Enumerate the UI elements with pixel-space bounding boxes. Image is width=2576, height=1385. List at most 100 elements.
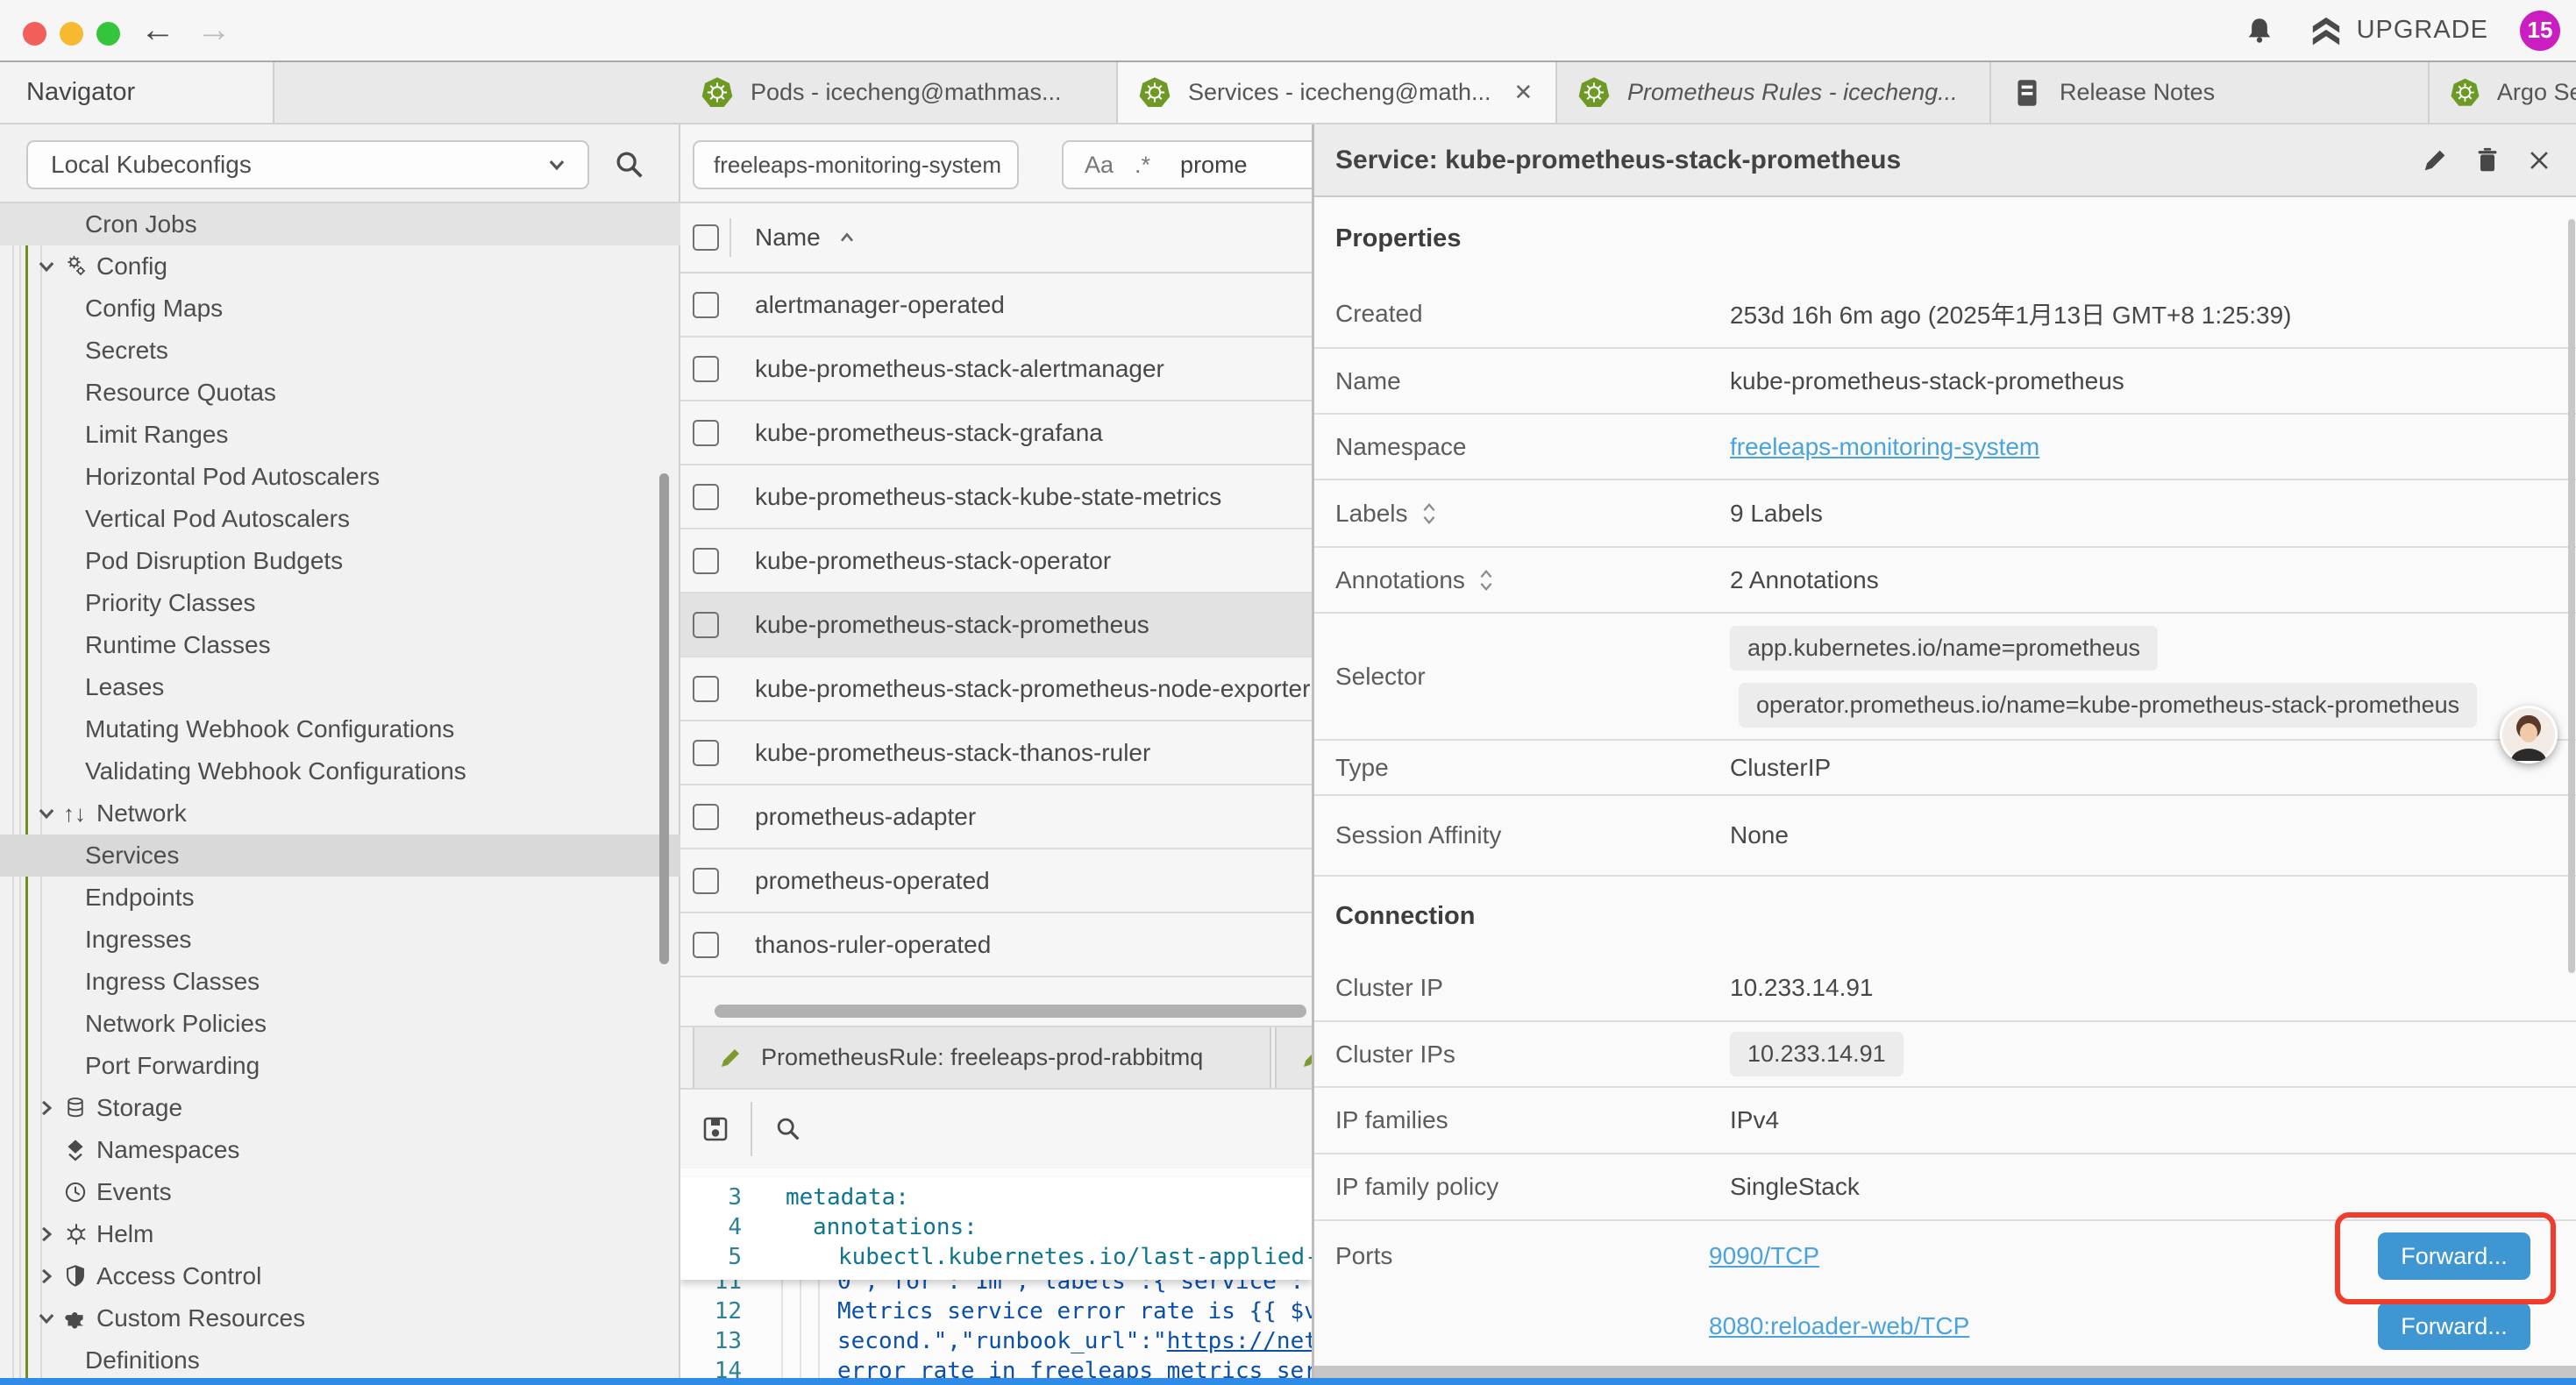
forward-button[interactable]: Forward...	[2378, 1303, 2530, 1350]
regex-toggle[interactable]: .*	[1135, 152, 1150, 179]
url-link[interactable]: https://net	[1167, 1328, 1312, 1354]
table-row[interactable]: prometheus-operated	[680, 849, 1312, 913]
cluster-ip-chip[interactable]: 10.233.14.91	[1730, 1032, 1904, 1076]
tab-argo[interactable]: Argo Se	[2430, 62, 2576, 123]
search-value: prome	[1180, 152, 1248, 179]
table-row[interactable]: kube-prometheus-stack-prometheus-node-ex…	[680, 657, 1312, 721]
table-row[interactable]: alertmanager-operated	[680, 273, 1312, 337]
close-window-button[interactable]	[23, 22, 46, 46]
sidebar-section-storage[interactable]: Storage	[0, 1087, 680, 1129]
row-checkbox[interactable]	[693, 932, 719, 958]
expand-collapse-icon[interactable]	[1420, 501, 1438, 527]
notifications-bell-icon[interactable]	[2243, 14, 2276, 47]
row-checkbox[interactable]	[693, 868, 719, 894]
sidebar-item-leases[interactable]: Leases	[0, 666, 680, 708]
sidebar-item-endpoints[interactable]: Endpoints	[0, 877, 680, 919]
search-icon[interactable]	[773, 1114, 803, 1144]
sidebar-section-helm[interactable]: Helm	[0, 1213, 680, 1255]
drawer-body: Properties Created 253d 16h 6m ago (2025…	[1314, 197, 2576, 1361]
row-checkbox[interactable]	[693, 484, 719, 510]
tab-pods[interactable]: Pods - icecheng@mathmas...	[680, 62, 1118, 123]
close-tab-icon[interactable]: ✕	[1514, 79, 1534, 106]
sidebar-section-config[interactable]: Config	[0, 245, 680, 288]
upgrade-button[interactable]: UPGRADE	[2308, 12, 2488, 49]
save-icon[interactable]	[700, 1113, 731, 1145]
sidebar-item-mutating-webhook-configurations[interactable]: Mutating Webhook Configurations	[0, 708, 680, 750]
sidebar-item-priority-classes[interactable]: Priority Classes	[0, 582, 680, 624]
sidebar-item-validating-webhook-configurations[interactable]: Validating Webhook Configurations	[0, 750, 680, 792]
sidebar-item-ingress-classes[interactable]: Ingress Classes	[0, 961, 680, 1003]
sidebar-section-events[interactable]: Events	[0, 1171, 680, 1213]
row-checkbox[interactable]	[693, 420, 719, 446]
delete-trash-icon[interactable]	[2473, 146, 2502, 175]
navigator-pane-tab[interactable]: Navigator	[0, 62, 274, 123]
row-checkbox[interactable]	[693, 676, 719, 702]
up-down-arrows-icon: ↑↓	[63, 800, 96, 827]
search-icon[interactable]	[612, 147, 647, 182]
tab-prometheus-rules[interactable]: Prometheus Rules - icecheng...	[1557, 62, 1991, 123]
sidebar-item-pod-disruption-budgets[interactable]: Pod Disruption Budgets	[0, 540, 680, 582]
yaml-editor[interactable]: 110","for":"1m","labels":{"service":"m 1…	[680, 1168, 1312, 1385]
tab-release-notes[interactable]: Release Notes	[1991, 62, 2430, 123]
table-row[interactable]: kube-prometheus-stack-kube-state-metrics	[680, 465, 1312, 529]
port-link[interactable]: 8080:reloader-web/TCP	[1709, 1312, 1969, 1340]
sidebar-item-config-maps[interactable]: Config Maps	[0, 288, 680, 330]
sidebar-scrollbar[interactable]	[659, 473, 669, 964]
filter-search-input[interactable]: Aa .* prome	[1062, 140, 1312, 189]
back-button[interactable]: ←	[140, 7, 175, 53]
forward-button[interactable]: →	[196, 7, 231, 53]
sidebar-section-network[interactable]: ↑↓ Network	[0, 792, 680, 835]
row-checkbox[interactable]	[693, 612, 719, 638]
sidebar-item-horizontal-pod-autoscalers[interactable]: Horizontal Pod Autoscalers	[0, 456, 680, 498]
sidebar-item-limit-ranges[interactable]: Limit Ranges	[0, 414, 680, 456]
helm-wheel-icon	[63, 1221, 89, 1247]
kubeconfig-selector[interactable]: Local Kubeconfigs	[26, 140, 589, 189]
sidebar-item-ingresses[interactable]: Ingresses	[0, 919, 680, 961]
sidebar-section-namespaces[interactable]: Namespaces	[0, 1129, 680, 1171]
drawer-scrollbar[interactable]	[2568, 219, 2575, 973]
sidebar-item-runtime-classes[interactable]: Runtime Classes	[0, 624, 680, 666]
avatar[interactable]	[2500, 706, 2558, 764]
table-row[interactable]: kube-prometheus-stack-thanos-ruler	[680, 721, 1312, 785]
table-row[interactable]: kube-prometheus-stack-alertmanager	[680, 337, 1312, 401]
close-icon[interactable]	[2525, 146, 2553, 174]
notification-count-badge[interactable]: 15	[2520, 11, 2560, 51]
name-column-header[interactable]: Name	[755, 224, 821, 252]
row-checkbox[interactable]	[693, 292, 719, 318]
editor-tab-partial[interactable]	[1275, 1027, 1312, 1088]
sidebar-section-access-control[interactable]: Access Control	[0, 1255, 680, 1297]
app-window: ← → UPGRADE 15 Navigator Pods - icecheng…	[0, 0, 2576, 1385]
sidebar-item-network-policies[interactable]: Network Policies	[0, 1003, 680, 1045]
sidebar-item-resource-quotas[interactable]: Resource Quotas	[0, 372, 680, 414]
zoom-window-button[interactable]	[96, 22, 120, 46]
row-checkbox[interactable]	[693, 804, 719, 830]
sidebar-section-custom-resources[interactable]: Custom Resources	[0, 1297, 680, 1339]
tab-services[interactable]: Services - icecheng@math... ✕	[1118, 62, 1557, 123]
row-checkbox[interactable]	[693, 356, 719, 382]
sidebar-item-vertical-pod-autoscalers[interactable]: Vertical Pod Autoscalers	[0, 498, 680, 540]
table-row[interactable]: prometheus-adapter	[680, 785, 1312, 849]
sidebar-item-definitions[interactable]: Definitions	[0, 1339, 680, 1381]
namespace-link[interactable]: freeleaps-monitoring-system	[1730, 433, 2039, 461]
port-link[interactable]: 9090/TCP	[1709, 1242, 1819, 1270]
sidebar-item-services[interactable]: Services	[0, 835, 680, 877]
namespace-selector[interactable]: freeleaps-monitoring-system	[693, 140, 1019, 189]
editor-tab-prometheusrule[interactable]: PrometheusRule: freeleaps-prod-rabbitmq	[693, 1027, 1271, 1088]
expand-collapse-icon[interactable]	[1477, 567, 1495, 593]
row-checkbox[interactable]	[693, 548, 719, 574]
row-checkbox[interactable]	[693, 740, 719, 766]
sidebar-item-secrets[interactable]: Secrets	[0, 330, 680, 372]
table-row-selected[interactable]: kube-prometheus-stack-prometheus	[680, 593, 1312, 657]
table-row[interactable]: thanos-ruler-operated	[680, 913, 1312, 977]
match-case-toggle[interactable]: Aa	[1085, 152, 1114, 179]
edit-pencil-icon[interactable]	[2420, 146, 2450, 175]
table-row[interactable]: kube-prometheus-stack-grafana	[680, 401, 1312, 465]
sidebar-item-port-forwarding[interactable]: Port Forwarding	[0, 1045, 680, 1087]
minimize-window-button[interactable]	[60, 22, 83, 46]
sidebar-item-cron-jobs[interactable]: Cron Jobs	[0, 203, 680, 245]
select-all-checkbox[interactable]	[693, 224, 719, 251]
selector-chip[interactable]: operator.prometheus.io/name=kube-prometh…	[1739, 683, 2477, 728]
horizontal-scrollbar[interactable]	[715, 1005, 1306, 1018]
table-row[interactable]: kube-prometheus-stack-operator	[680, 529, 1312, 593]
selector-chip[interactable]: app.kubernetes.io/name=prometheus	[1730, 626, 2158, 671]
